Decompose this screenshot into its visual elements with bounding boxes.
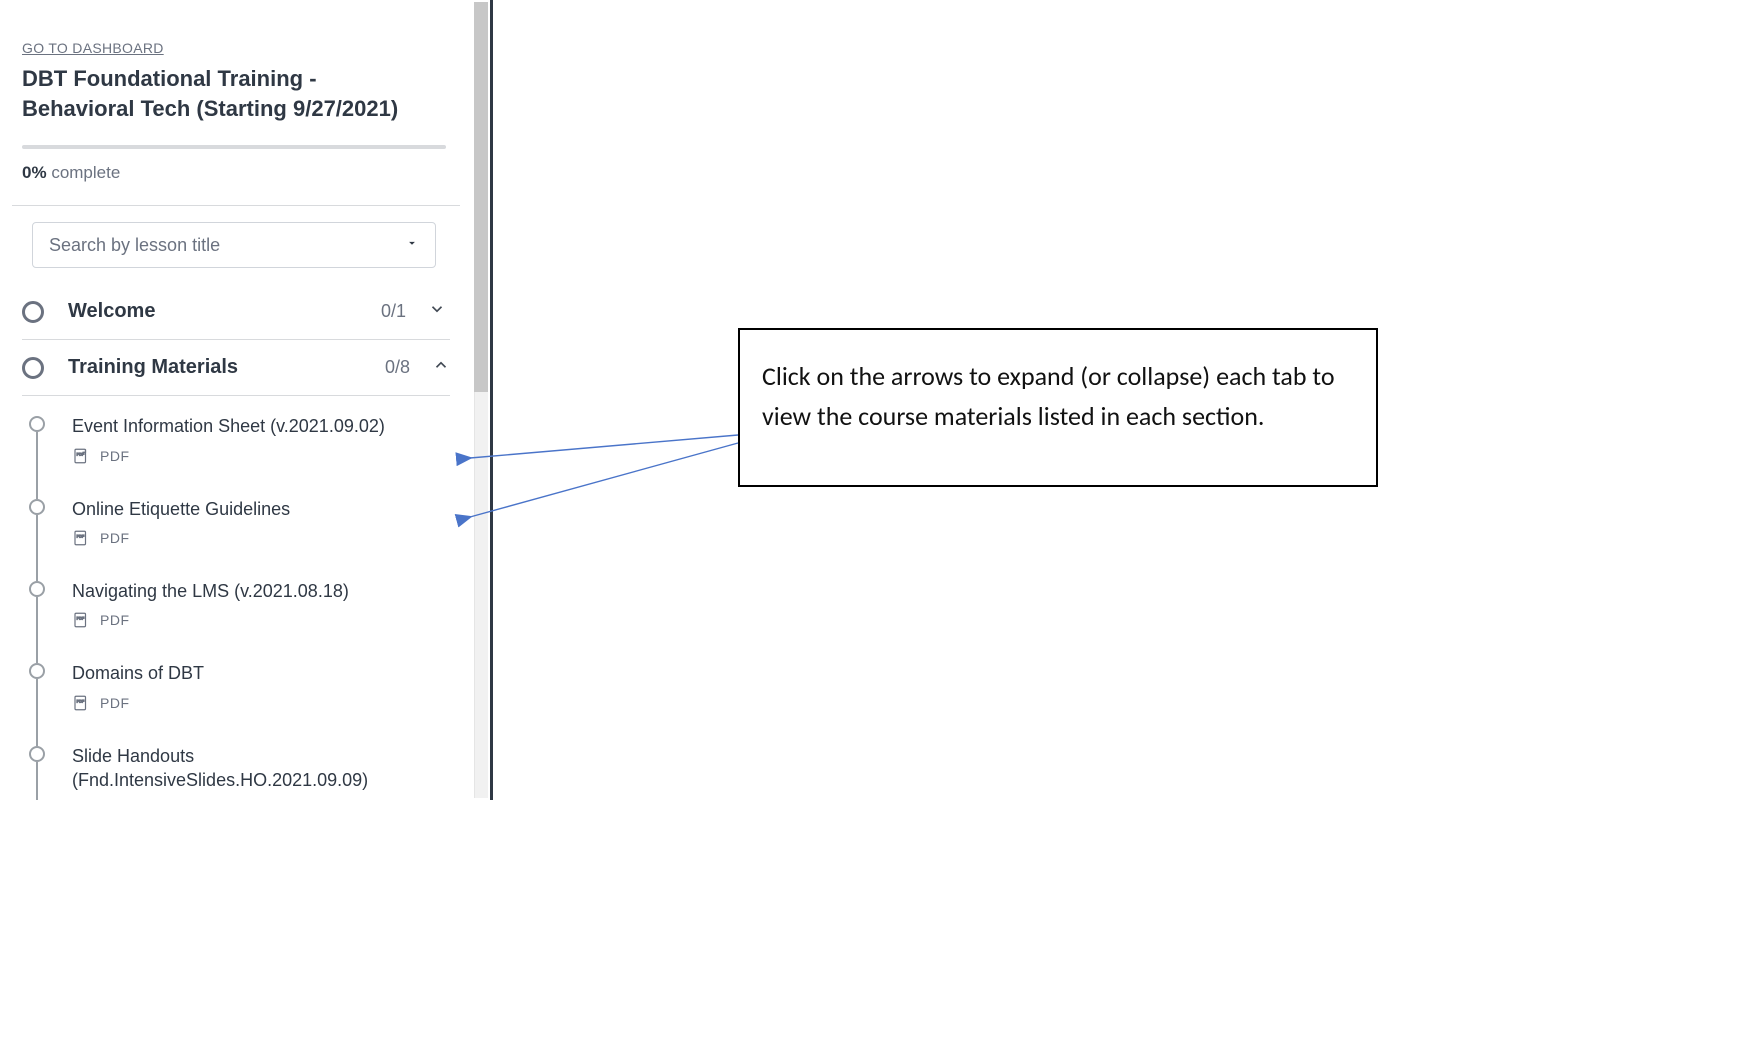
lesson-list: Event Information Sheet (v.2021.09.02) P… <box>22 396 446 800</box>
lesson-title: Navigating the LMS (v.2021.08.18) <box>72 579 446 603</box>
caret-down-icon <box>405 236 419 255</box>
lesson-type: PDF <box>100 695 130 711</box>
svg-text:PDF: PDF <box>77 617 85 621</box>
course-sidebar-container: GO TO DASHBOARD DBT Foundational Trainin… <box>0 0 490 800</box>
svg-text:PDF: PDF <box>77 452 85 456</box>
divider <box>12 205 460 206</box>
section-status-circle-icon <box>22 301 44 323</box>
svg-text:PDF: PDF <box>77 534 85 538</box>
lesson-item[interactable]: Navigating the LMS (v.2021.08.18) PDF PD… <box>22 579 446 661</box>
lesson-status-circle-icon <box>29 416 45 432</box>
lesson-item[interactable]: Online Etiquette Guidelines PDF PDF <box>22 497 446 579</box>
pdf-icon: PDF <box>72 694 90 712</box>
svg-text:PDF: PDF <box>77 699 85 703</box>
lesson-status-circle-icon <box>29 499 45 515</box>
section-count: 0/8 <box>385 357 410 378</box>
progress-percent: 0% <box>22 163 47 182</box>
lesson-meta: PDF PDF <box>72 694 446 712</box>
section-status-circle-icon <box>22 357 44 379</box>
lesson-title: Event Information Sheet (v.2021.09.02) <box>72 414 446 438</box>
connector-line <box>36 679 38 745</box>
progress-text: 0% complete <box>22 163 446 183</box>
lesson-title: Slide Handouts (Fnd.IntensiveSlides.HO.2… <box>72 744 446 793</box>
pdf-icon: PDF <box>72 611 90 629</box>
section-title: Welcome <box>68 300 381 323</box>
connector-line <box>36 597 38 663</box>
lesson-status-circle-icon <box>29 746 45 762</box>
lesson-type: PDF <box>100 612 130 628</box>
lesson-item[interactable]: Event Information Sheet (v.2021.09.02) P… <box>22 414 446 496</box>
lesson-meta: PDF PDF <box>72 529 446 547</box>
chevron-up-icon[interactable] <box>432 356 450 379</box>
section-title: Training Materials <box>68 356 385 379</box>
lesson-status-circle-icon <box>29 663 45 679</box>
section-row-training-materials[interactable]: Training Materials 0/8 <box>22 340 450 396</box>
lesson-status-circle-icon <box>29 581 45 597</box>
dashboard-link[interactable]: GO TO DASHBOARD <box>22 0 446 64</box>
search-lesson-dropdown[interactable]: Search by lesson title <box>32 222 436 268</box>
panel-right-border <box>490 0 493 800</box>
connector-line <box>36 515 38 581</box>
instruction-callout: Click on the arrows to expand (or collap… <box>738 328 1378 487</box>
lesson-item[interactable]: Domains of DBT PDF PDF <box>22 661 446 743</box>
pdf-icon: PDF <box>72 447 90 465</box>
pdf-icon: PDF <box>72 529 90 547</box>
lesson-meta: PDF PDF <box>72 611 446 629</box>
scrollbar-track[interactable] <box>474 2 488 798</box>
course-title: DBT Foundational Training - Behavioral T… <box>22 64 446 123</box>
progress-bar <box>22 145 446 149</box>
lesson-title: Online Etiquette Guidelines <box>72 497 446 521</box>
lesson-meta: PDF PDF <box>72 447 446 465</box>
connector-line <box>36 432 38 498</box>
course-sidebar: GO TO DASHBOARD DBT Foundational Trainin… <box>0 0 468 800</box>
lesson-type: PDF <box>100 530 130 546</box>
search-placeholder: Search by lesson title <box>49 235 220 256</box>
progress-complete-label: complete <box>51 163 120 182</box>
section-row-welcome[interactable]: Welcome 0/1 <box>22 284 446 339</box>
callout-text: Click on the arrows to expand (or collap… <box>762 356 1354 437</box>
scrollbar-thumb[interactable] <box>474 2 488 392</box>
lesson-type: PDF <box>100 448 130 464</box>
lesson-title: Domains of DBT <box>72 661 446 685</box>
lesson-item[interactable]: Slide Handouts (Fnd.IntensiveSlides.HO.2… <box>22 744 446 800</box>
chevron-down-icon[interactable] <box>428 300 446 323</box>
viewport: GO TO DASHBOARD DBT Foundational Trainin… <box>0 0 1749 1045</box>
section-count: 0/1 <box>381 301 406 322</box>
connector-line <box>36 762 38 800</box>
